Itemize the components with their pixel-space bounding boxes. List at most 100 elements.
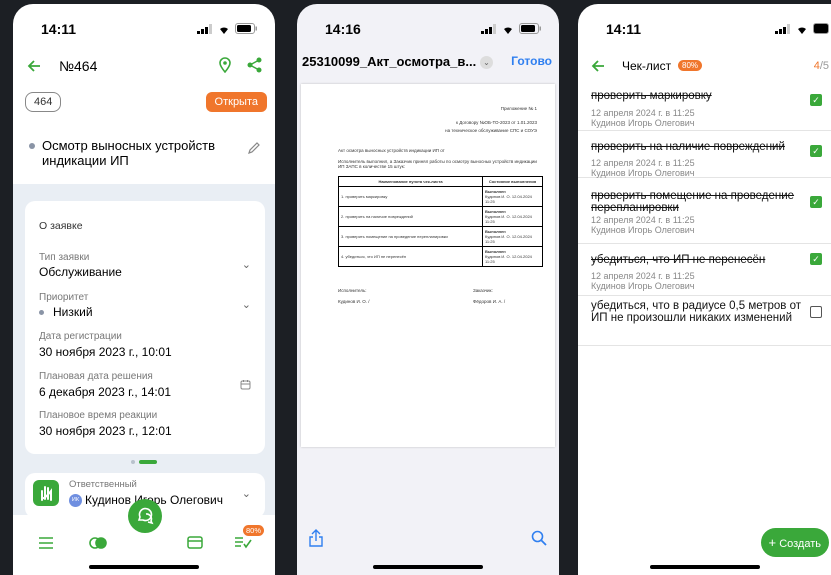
done-button[interactable]: Готово	[511, 54, 552, 68]
home-indicator	[373, 565, 483, 569]
document-page: Приложение № 1 к Договору №ОБ-ТО-2023 от…	[301, 84, 555, 447]
doc-table: Наименование пункта чек-листа Состояние в…	[338, 176, 543, 267]
location-pin-icon[interactable]	[218, 57, 232, 73]
signal-icon	[775, 23, 790, 34]
status-icons	[775, 23, 829, 34]
checklist-item-user: Кудинов Игорь Олегович	[591, 118, 695, 128]
table-row: 4. убедиться, что ИП не перенесён Выполне…	[338, 246, 543, 267]
field-label-registration: Дата регистрации	[39, 331, 122, 342]
doc-row-name: 4. убедиться, что ИП не перенесён	[338, 246, 483, 267]
doc-row-who: Кудинов И. О. 12.04.2024 11:25	[485, 214, 532, 224]
doc-row-name: 2. проверить на наличие повреждений	[338, 206, 483, 227]
doc-row-name: 1. проверить маркировку	[338, 186, 483, 207]
priority-dot	[39, 310, 44, 315]
progress-badge: 80%	[678, 60, 703, 71]
table-row: 2. проверить на наличие повреждений Выпол…	[338, 206, 543, 227]
field-value-registration: 30 ноября 2023 г., 10:01	[39, 345, 172, 359]
checkbox-checked[interactable]: ✓	[810, 94, 822, 106]
checklist-item-title: убедиться, что ИП не перенесён	[591, 254, 766, 266]
field-value-planned-date[interactable]: 6 декабря 2023 г., 14:01	[39, 385, 171, 399]
home-indicator	[649, 565, 760, 569]
checklist-item-title: проверить маркировку	[591, 90, 712, 102]
status-icons	[197, 23, 257, 34]
checkbox-checked[interactable]: ✓	[810, 196, 822, 208]
checkbox-checked[interactable]: ✓	[810, 253, 822, 265]
doc-col2: Состояние выполнения	[482, 176, 543, 187]
doc-contract-line2: на техническое обслуживание СПС и СОУЭ	[445, 128, 537, 133]
calendar-icon[interactable]	[240, 379, 251, 390]
edit-pencil-icon[interactable]	[247, 141, 261, 155]
card-icon[interactable]	[187, 536, 203, 549]
doc-intro: Исполнитель выполнил, а Заказчик принял …	[338, 159, 537, 169]
chevron-down-icon[interactable]: ⌄	[242, 298, 251, 311]
battery-icon	[235, 23, 257, 34]
doc-contract-line1: к Договору №ОБ-ТО-2023 от 1.01.2023	[456, 120, 537, 125]
page-indicator	[131, 460, 157, 464]
page-title: №464	[59, 58, 98, 74]
chat-icon	[137, 507, 154, 525]
chat-button[interactable]	[128, 499, 162, 533]
doc-customer-label: Заказчик:	[473, 288, 493, 293]
status-bar: 14:11	[578, 4, 831, 48]
chevron-down-icon[interactable]: ⌄	[242, 487, 251, 500]
doc-customer-name: Фёдоров И. А. /	[473, 299, 506, 304]
list-item[interactable]: убедиться, что в радиусе 0,5 метров от И…	[578, 296, 831, 346]
status-dot	[29, 143, 35, 149]
status-bar: 14:11	[13, 4, 275, 48]
doc-executor-name: Кудинов И. О. /	[338, 299, 370, 304]
money-icon[interactable]	[89, 536, 107, 550]
field-value-priority[interactable]: Низкий	[53, 305, 93, 319]
create-button-label: Создать	[779, 538, 821, 550]
checklist-item-date: 12 апреля 2024 г. в 11:25	[591, 271, 695, 281]
back-arrow-icon[interactable]	[591, 59, 605, 73]
hand-icon	[33, 480, 59, 506]
checklist-icon[interactable]	[235, 536, 252, 549]
wifi-icon	[220, 26, 228, 34]
nav-bar: №464	[13, 48, 275, 84]
list-item[interactable]: проверить на наличие повреждений 12 апре…	[578, 131, 831, 178]
field-label-planned-date: Плановая дата решения	[39, 371, 153, 382]
progress-counter: 4/5	[814, 60, 829, 72]
share-icon[interactable]	[247, 57, 263, 73]
search-icon[interactable]	[531, 530, 547, 546]
checklist-item-date: 12 апреля 2024 г. в 11:25	[591, 158, 695, 168]
field-value-type[interactable]: Обслуживание	[39, 265, 122, 279]
checklist-item-user: Кудинов Игорь Олегович	[591, 168, 695, 178]
counter-total: /5	[819, 60, 829, 72]
checkbox-checked[interactable]: ✓	[810, 145, 822, 157]
wifi-icon	[798, 26, 806, 34]
page-title: Чек-лист	[622, 59, 672, 73]
signal-icon	[481, 23, 496, 34]
back-arrow-icon[interactable]	[27, 59, 41, 73]
checklist-item-title: убедиться, что в радиусе 0,5 метров от И…	[591, 300, 802, 324]
request-info-card: О заявке Тип заявки Обслуживание ⌄ Приор…	[25, 201, 265, 454]
doc-col1: Наименование пункта чек-листа	[338, 176, 483, 187]
card-title: О заявке	[39, 220, 83, 232]
status-time: 14:16	[325, 21, 361, 37]
file-title[interactable]: 25310099_Акт_осмотра_в...	[302, 54, 476, 69]
checklist-item-user: Кудинов Игорь Олегович	[591, 281, 695, 291]
chevron-down-icon[interactable]: ⌄	[480, 56, 493, 69]
number-badge: 464	[25, 92, 62, 112]
list-item[interactable]: проверить помещение на проведение перепл…	[578, 178, 831, 244]
list-menu-icon[interactable]	[39, 537, 53, 549]
doc-act-title: Акт осмотра выносных устройств индикации…	[338, 148, 445, 153]
doc-executor-label: Исполнитель:	[338, 288, 367, 293]
checklist-progress-badge: 80%	[243, 525, 265, 536]
table-row: 3. проверить помещение на проведение пер…	[338, 226, 543, 247]
create-button[interactable]: + Создать	[760, 528, 829, 557]
checklist-item-date: 12 апреля 2024 г. в 11:25	[591, 108, 695, 118]
wifi-icon	[504, 26, 512, 34]
list-item[interactable]: проверить маркировку 12 апреля 2024 г. в…	[578, 86, 831, 131]
chevron-down-icon[interactable]: ⌄	[242, 258, 251, 271]
checklist-item-title: проверить помещение на проведение перепл…	[591, 190, 795, 214]
request-subject: Осмотр выносных устройств индикации ИП	[42, 138, 215, 168]
signal-icon	[197, 23, 212, 34]
checkbox-unchecked[interactable]	[810, 306, 822, 318]
share-icon[interactable]	[309, 529, 323, 547]
table-row: 1. проверить маркировку Выполнен Кудинов И…	[338, 186, 543, 207]
status-badge[interactable]: Открыта	[205, 92, 267, 112]
list-item[interactable]: убедиться, что ИП не перенесён 12 апреля…	[578, 244, 831, 296]
battery-icon	[813, 23, 829, 34]
doc-row-who: Кудинов И. О. 12.04.2024 11:25	[485, 194, 532, 204]
